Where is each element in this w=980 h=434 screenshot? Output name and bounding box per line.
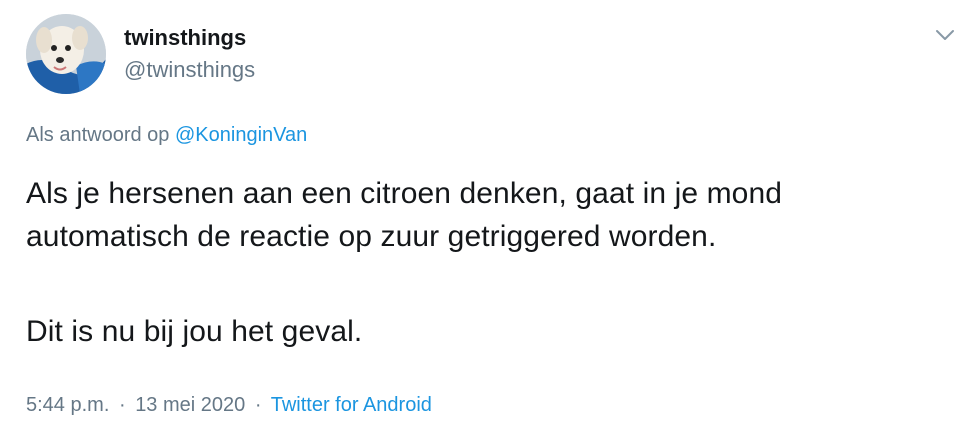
avatar[interactable]: [26, 14, 106, 94]
tweet-text: Als je hersenen aan een citroen denken, …: [26, 172, 956, 353]
tweet-card: twinsthings @twinsthings Als antwoord op…: [0, 0, 980, 434]
tweet-text-line: automatisch de reactie op zuur getrigger…: [26, 220, 717, 253]
chevron-down-icon[interactable]: [932, 24, 958, 46]
user-handle[interactable]: @twinsthings: [124, 56, 255, 84]
tweet-date[interactable]: 13 mei 2020: [135, 394, 245, 416]
display-name[interactable]: twinsthings: [124, 24, 255, 52]
reply-prefix: Als antwoord op: [26, 124, 170, 146]
tweet-meta: 5:44 p.m. · 13 mei 2020 · Twitter for An…: [26, 392, 432, 418]
meta-separator: ·: [118, 394, 126, 416]
tweet-text-line: Als je hersenen aan een citroen denken, …: [26, 177, 783, 210]
dog-avatar-image: [26, 14, 106, 94]
meta-separator: ·: [254, 394, 262, 416]
author-block[interactable]: twinsthings @twinsthings: [124, 24, 255, 84]
tweet-text-line: Dit is nu bij jou het geval.: [26, 315, 363, 348]
reply-context: Als antwoord op @KoninginVan: [26, 122, 307, 148]
reply-mention-link[interactable]: @KoninginVan: [175, 124, 307, 146]
tweet-time[interactable]: 5:44 p.m.: [26, 394, 109, 416]
tweet-source-link[interactable]: Twitter for Android: [271, 394, 432, 416]
